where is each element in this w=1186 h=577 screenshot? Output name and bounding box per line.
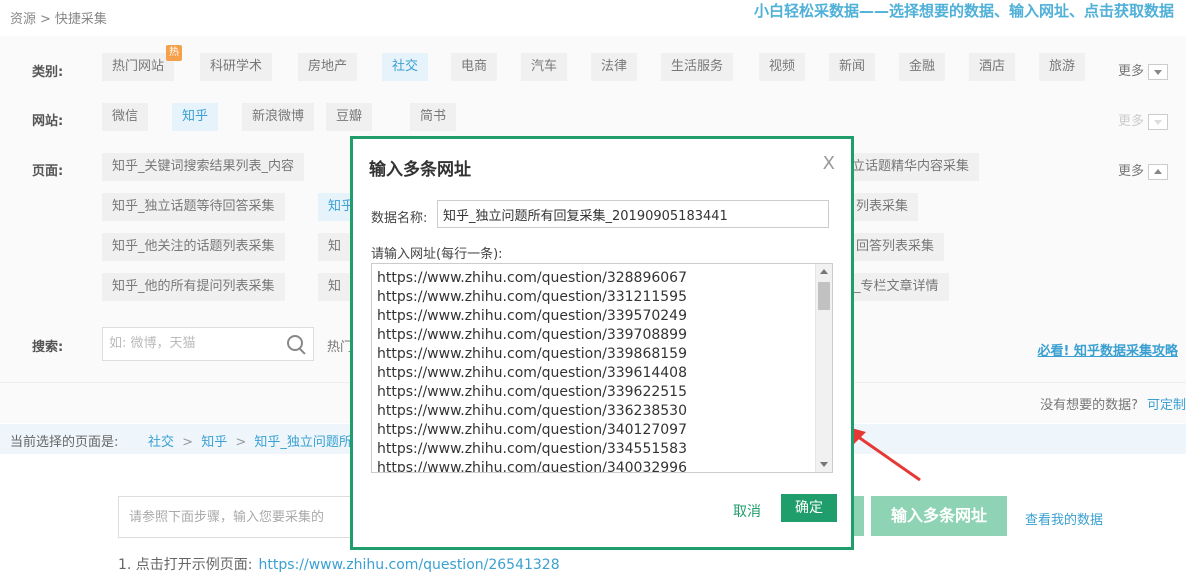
step-1: 1. 点击打开示例页面: https://www.zhihu.com/questi… [118, 554, 560, 574]
dialog-title: 输入多条网址 [369, 160, 471, 180]
url-line: https://www.zhihu.com/question/331211595 [377, 289, 687, 305]
url-line: https://www.zhihu.com/question/334551583 [377, 441, 687, 457]
path-social[interactable]: 社交 [148, 435, 174, 450]
url-line: https://www.zhihu.com/question/339614408 [377, 365, 687, 381]
site-tag-jianshu[interactable]: 简书 [410, 103, 457, 131]
category-tag-label: 热门网站 [112, 59, 165, 74]
urls-textarea[interactable]: https://www.zhihu.com/question/328896067… [371, 263, 833, 473]
step-1-link[interactable]: https://www.zhihu.com/question/26541328 [259, 557, 560, 573]
category-tag-finance[interactable]: 金融 [899, 53, 946, 81]
category-tag-law[interactable]: 法律 [591, 53, 638, 81]
breadcrumb-current: 快捷采集 [54, 12, 107, 27]
category-tag-video[interactable]: 视频 [759, 53, 806, 81]
scrollbar[interactable] [815, 264, 832, 472]
path-separator: > [235, 435, 247, 450]
current-page-path: 社交 > 知乎 > 知乎_独立问题所 [148, 431, 352, 450]
url-line: https://www.zhihu.com/question/336238530 [377, 403, 687, 419]
data-name-input[interactable] [438, 201, 838, 227]
page-more-button[interactable]: 更多 [1118, 160, 1169, 180]
url-line: https://www.zhihu.com/question/339622515 [377, 384, 687, 400]
breadcrumb-root[interactable]: 资源 [10, 12, 36, 27]
site-tag-zhihu[interactable]: 知乎 [172, 103, 219, 131]
page-tag[interactable]: 回答列表采集 [842, 233, 945, 261]
page-label: 页面: [32, 164, 64, 179]
close-icon[interactable]: X [823, 153, 835, 174]
page-tag[interactable]: 知 [318, 233, 352, 261]
url-line: https://www.zhihu.com/question/339868159 [377, 346, 687, 362]
path-page[interactable]: 知乎_独立问题所 [254, 435, 352, 450]
breadcrumb: 资源 > 快捷采集 [10, 8, 107, 27]
site-tag-wechat[interactable]: 微信 [102, 103, 149, 131]
custom-link[interactable]: 可定制 [1147, 394, 1186, 413]
site-tag-weibo[interactable]: 新浪微博 [242, 103, 315, 131]
arrow-shaft [853, 432, 921, 482]
no-data-text: 没有想要的数据? [1040, 398, 1138, 413]
category-tag-hotel[interactable]: 酒店 [969, 53, 1016, 81]
more-label: 更多 [1118, 64, 1145, 79]
urls-list: https://www.zhihu.com/question/328896067… [377, 269, 807, 473]
multi-url-button[interactable]: 输入多条网址 [871, 496, 1007, 536]
category-tag-research[interactable]: 科研学术 [200, 53, 273, 81]
page-tag[interactable]: 知乎_独立话题等待回答采集 [102, 193, 285, 221]
category-tag-ecommerce[interactable]: 电商 [451, 53, 498, 81]
category-tag-real-estate[interactable]: 房地产 [298, 53, 358, 81]
more-label: 更多 [1118, 114, 1145, 129]
hot-badge: 热 [166, 45, 183, 61]
category-tag-news[interactable]: 新闻 [829, 53, 876, 81]
page-tag[interactable]: 知乎_他的所有提问列表采集 [102, 273, 285, 301]
url-line: https://www.zhihu.com/question/339570249 [377, 308, 687, 324]
my-data-link[interactable]: 查看我的数据 [1025, 509, 1103, 528]
url-line: https://www.zhihu.com/question/328896067 [377, 270, 687, 286]
site-label: 网站: [32, 114, 64, 129]
category-tag-social[interactable]: 社交 [382, 53, 429, 81]
chevron-down-icon [1148, 63, 1169, 80]
cancel-button[interactable]: 取消 [733, 501, 761, 521]
site-tag-douban[interactable]: 豆瓣 [326, 103, 373, 131]
search-input[interactable] [103, 328, 285, 358]
chevron-up-icon [1148, 163, 1169, 180]
site-more-button[interactable]: 更多 [1118, 110, 1169, 130]
category-more-button[interactable]: 更多 [1118, 60, 1169, 80]
category-tag-travel[interactable]: 旅游 [1039, 53, 1086, 81]
url-line: https://www.zhihu.com/question/340032996 [377, 460, 687, 473]
page-tag[interactable]: 知 [318, 273, 352, 301]
category-tag-life-service[interactable]: 生活服务 [661, 53, 734, 81]
step-1-text: 1. 点击打开示例页面: [118, 557, 253, 573]
data-name-label: 数据名称: [371, 211, 428, 226]
search-box [102, 327, 314, 361]
scroll-up-icon[interactable] [820, 269, 828, 274]
url-line: https://www.zhihu.com/question/340127097 [377, 422, 687, 438]
search-label: 搜索: [32, 340, 64, 355]
data-name-field [437, 200, 838, 228]
path-separator: > [182, 435, 194, 450]
category-tag-hot-sites[interactable]: 热门网站 热 [102, 45, 183, 81]
more-label: 更多 [1118, 164, 1145, 179]
slogan-banner: 小白轻松采数据——选择想要的数据、输入网址、点击获取数据 [753, 2, 1174, 20]
current-page-label: 当前选择的页面是: [10, 435, 119, 450]
category-tag-auto[interactable]: 汽车 [521, 53, 568, 81]
urls-label: 请输入网址(每行一条): [371, 247, 503, 262]
chevron-down-icon [1148, 113, 1169, 130]
page-tag[interactable]: 知乎_关键词搜索结果列表_内容 [102, 153, 305, 181]
multi-url-dialog: 输入多条网址 X 数据名称: 请输入网址(每行一条): https://www.… [350, 136, 854, 550]
page-tag[interactable]: _专栏文章详情 [842, 273, 949, 301]
page-tag[interactable]: 立话题精华内容采集 [838, 153, 980, 181]
category-label: 类别: [32, 65, 64, 80]
scroll-down-icon[interactable] [820, 462, 828, 467]
guide-link[interactable]: 必看! 知乎数据采集攻略 [1038, 340, 1178, 359]
breadcrumb-separator: > [40, 12, 51, 27]
page-tag[interactable]: 知乎_他关注的话题列表采集 [102, 233, 285, 261]
path-zhihu[interactable]: 知乎 [201, 435, 227, 450]
ok-button[interactable]: 确定 [781, 494, 837, 522]
scroll-thumb[interactable] [818, 282, 830, 310]
url-line: https://www.zhihu.com/question/339708899 [377, 327, 687, 343]
search-icon[interactable] [287, 335, 303, 351]
